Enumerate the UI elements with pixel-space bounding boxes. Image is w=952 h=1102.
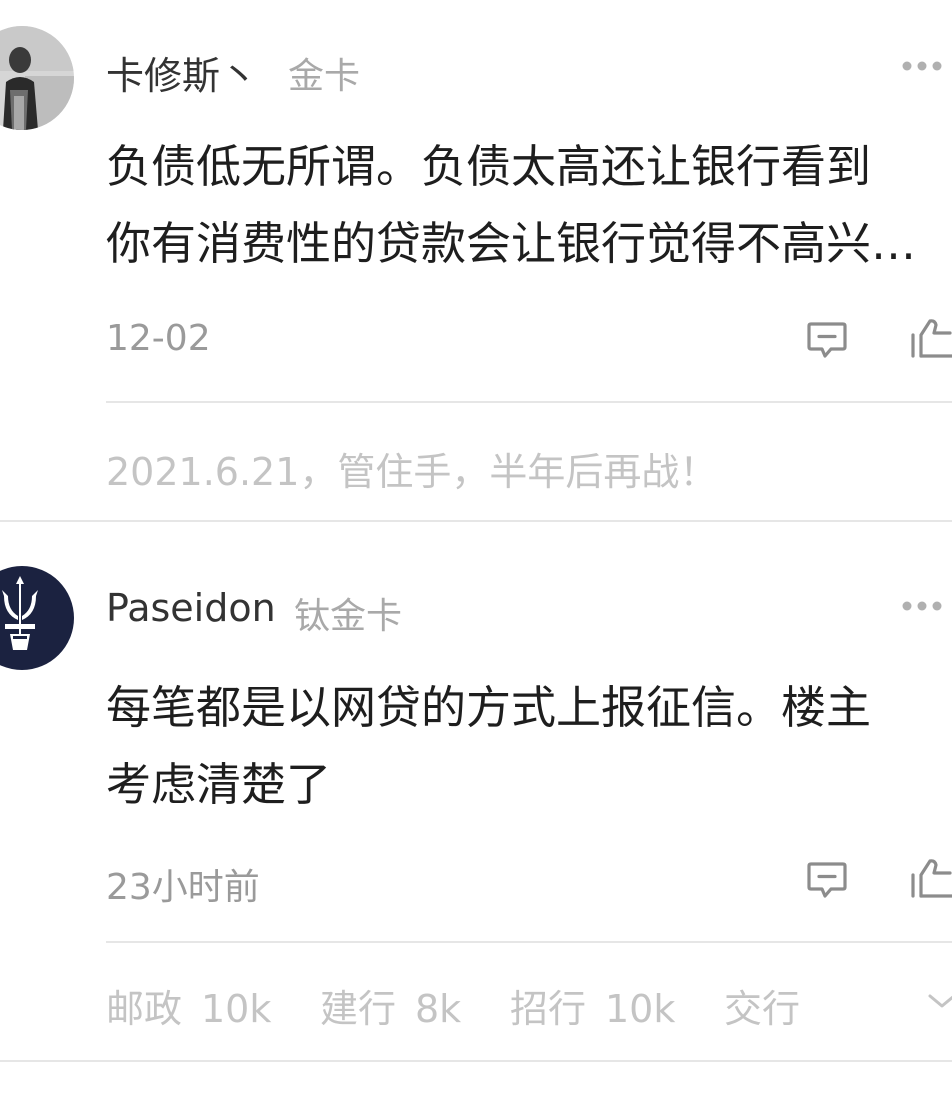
like-button[interactable]	[910, 856, 952, 900]
more-button[interactable]	[900, 596, 944, 616]
comment-text: 每笔都是以网贷的方式上报征信。楼主 考虑清楚了	[106, 669, 952, 823]
comment-text-line: 考虑清楚了	[106, 758, 332, 811]
avatar[interactable]	[0, 566, 74, 670]
divider	[0, 1060, 952, 1062]
user-badge: 钛金卡	[294, 596, 403, 637]
username[interactable]: Paseidon	[106, 586, 276, 630]
trident-logo-avatar-icon	[0, 566, 74, 670]
user-signature: 邮政_10k 建行_8k 招行_10k 交行	[106, 978, 952, 1028]
chevron-down-icon	[928, 994, 952, 1008]
signature-tag: 建行_8k	[320, 987, 462, 1028]
comment-item: Paseidon 钛金卡 每笔都是以网贷的方式上报征信。楼主 考虑清楚了 23小…	[0, 0, 952, 1102]
divider	[106, 941, 952, 943]
reply-button[interactable]	[806, 860, 848, 900]
expand-button[interactable]	[926, 986, 952, 1014]
signature-tag: 交行	[724, 987, 801, 1028]
comment-text-line: 每笔都是以网贷的方式上报征信。楼主	[106, 681, 872, 734]
signature-tag: 邮政_10k	[106, 987, 272, 1028]
signature-tag: 招行_10k	[510, 987, 676, 1028]
timestamp: 23小时前	[106, 867, 260, 908]
thumbs-up-icon	[911, 859, 952, 898]
more-dots-icon	[902, 601, 942, 611]
comment-reply-icon	[807, 862, 847, 898]
